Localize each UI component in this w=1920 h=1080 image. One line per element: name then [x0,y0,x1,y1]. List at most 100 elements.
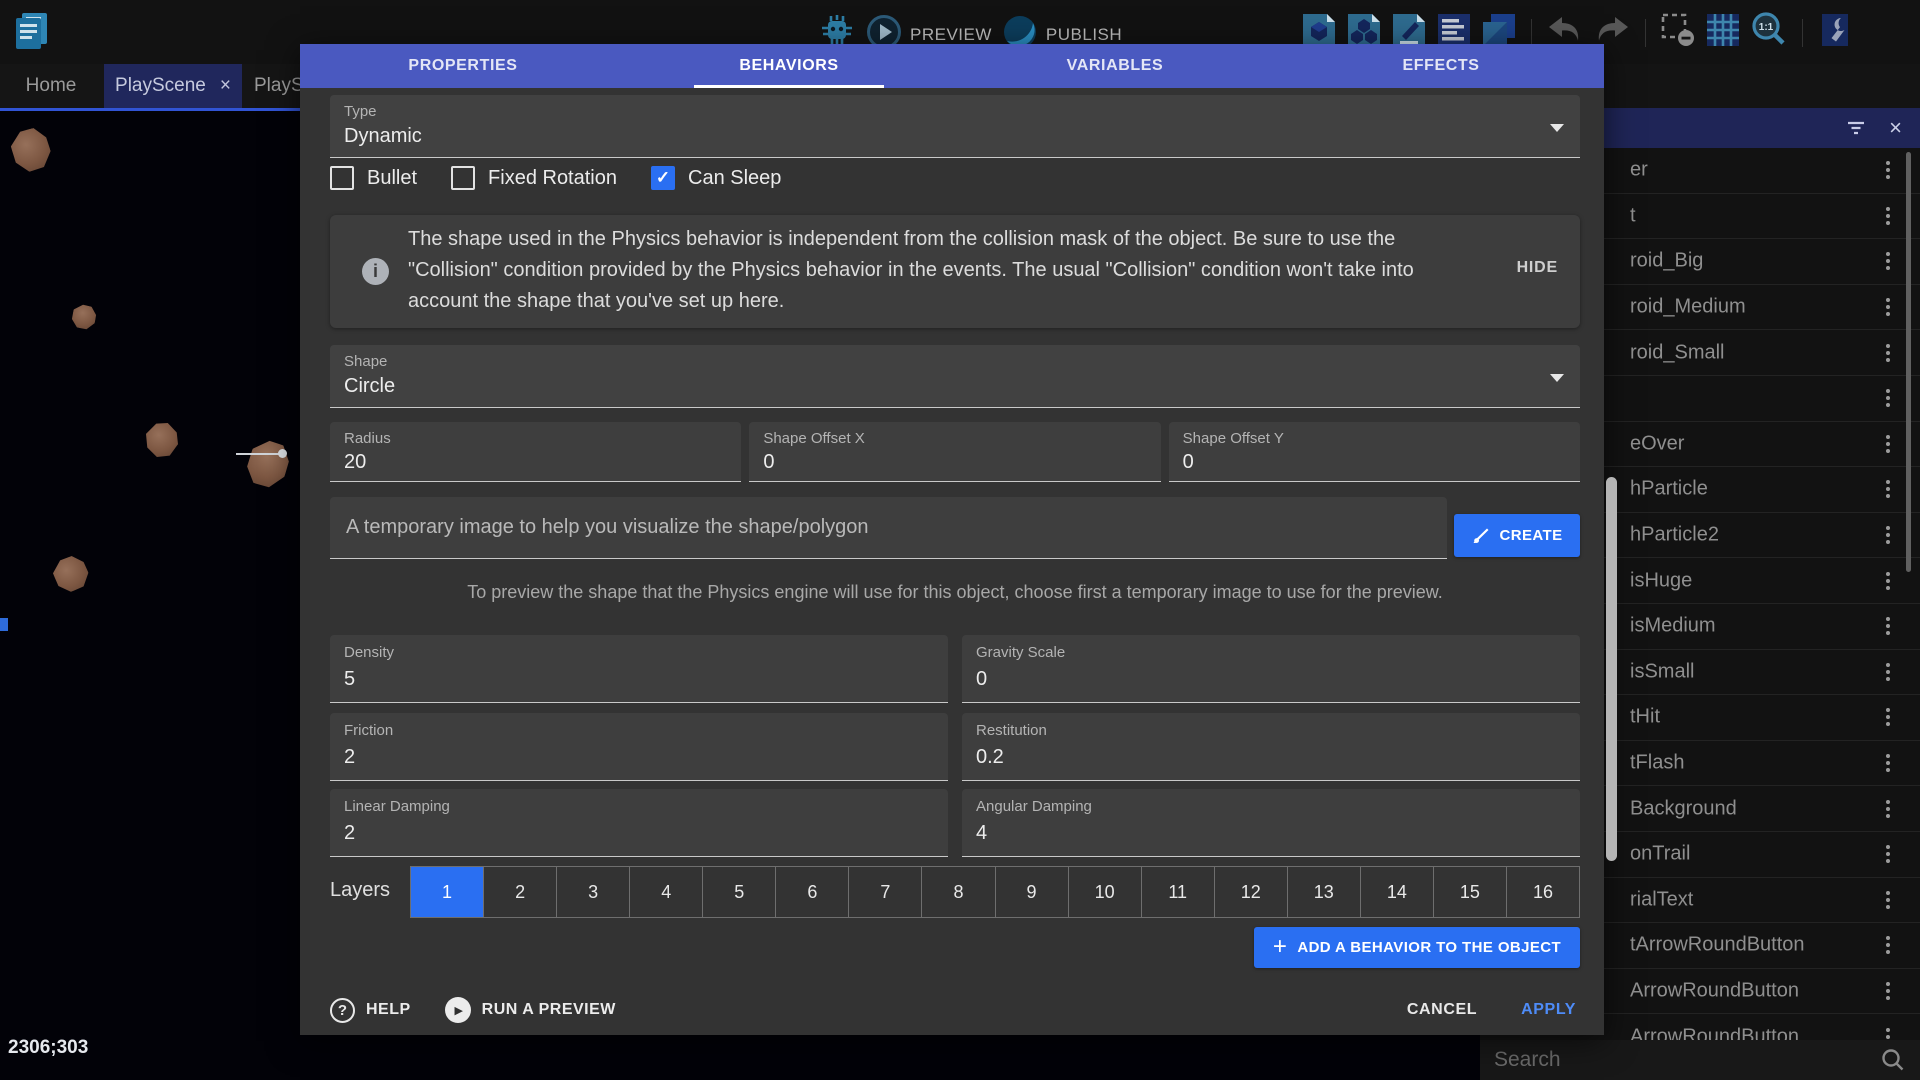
kebab-menu-icon[interactable] [1886,708,1890,712]
kebab-menu-icon[interactable] [1886,389,1890,393]
run-preview-button[interactable]: ▶ RUN A PREVIEW [445,997,616,1023]
kebab-menu-icon[interactable] [1886,480,1890,484]
layer-cell-5[interactable]: 5 [702,867,775,917]
can-sleep-checkbox[interactable]: ✓ Can Sleep [651,166,781,190]
kebab-menu-icon[interactable] [1886,891,1890,895]
kebab-menu-icon[interactable] [1886,161,1890,165]
kebab-menu-icon[interactable] [1886,572,1890,576]
layer-cell-12[interactable]: 12 [1214,867,1287,917]
kebab-menu-icon[interactable] [1886,526,1890,530]
layer-cell-13[interactable]: 13 [1287,867,1360,917]
kebab-menu-icon[interactable] [1886,754,1890,758]
shape-offset-x-field[interactable]: Shape Offset X 0 [749,422,1160,482]
kebab-menu-icon[interactable] [1886,1028,1890,1032]
layer-cell-15[interactable]: 15 [1433,867,1506,917]
object-name: isHuge [1630,569,1692,592]
measure-handle[interactable] [278,449,287,458]
asteroid-sprite[interactable] [8,126,54,175]
kebab-menu-icon[interactable] [1886,207,1890,211]
kebab-menu-icon[interactable] [1886,298,1890,302]
create-button[interactable]: CREATE [1454,514,1580,557]
object-name: hParticle2 [1630,524,1719,547]
kebab-menu-icon[interactable] [1886,845,1890,849]
project-manager-button[interactable] [10,10,52,57]
object-name: roid_Big [1630,250,1703,273]
physics-behavior-dialog: PROPERTIES BEHAVIORS VARIABLES EFFECTS T… [300,44,1604,1035]
tab-next-label: PlayS [254,75,304,97]
search-input[interactable] [1480,1048,1880,1072]
friction-field[interactable]: Friction 2 [330,713,948,781]
kebab-menu-icon[interactable] [1886,344,1890,348]
layer-cell-16[interactable]: 16 [1506,867,1579,917]
panel-close-icon[interactable]: × [1889,117,1902,139]
kebab-menu-icon[interactable] [1886,800,1890,804]
kebab-menu-icon[interactable] [1886,617,1890,621]
asteroid-sprite[interactable] [146,423,178,457]
radius-field[interactable]: Radius 20 [330,422,741,482]
cancel-button[interactable]: CANCEL [1407,1001,1477,1019]
dialog-tabbar: PROPERTIES BEHAVIORS VARIABLES EFFECTS [300,44,1604,88]
shape-select[interactable]: Shape Circle [330,345,1580,408]
help-button[interactable]: ? HELP [330,998,411,1023]
tab-playscene-label: PlayScene [115,75,206,97]
layer-cell-4[interactable]: 4 [629,867,702,917]
layer-cell-8[interactable]: 8 [921,867,994,917]
tab-home[interactable]: Home [0,64,102,108]
tab-variables[interactable]: VARIABLES [952,44,1278,88]
layer-cell-11[interactable]: 11 [1141,867,1214,917]
brush-icon [1472,526,1491,545]
density-field[interactable]: Density 5 [330,635,948,703]
kebab-menu-icon[interactable] [1886,982,1890,986]
fixed-rotation-checkbox[interactable]: Fixed Rotation [451,166,617,190]
shape-offset-y-field[interactable]: Shape Offset Y 0 [1169,422,1580,482]
kebab-menu-icon[interactable] [1886,252,1890,256]
linear-damping-field[interactable]: Linear Damping 2 [330,789,948,857]
tab-close-icon[interactable]: × [220,75,231,97]
tab-effects[interactable]: EFFECTS [1278,44,1604,88]
dialog-scrollbar[interactable] [1606,477,1617,861]
checkbox-unchecked-icon [451,166,475,190]
layer-cell-2[interactable]: 2 [483,867,556,917]
publish-label: PUBLISH [1046,25,1122,45]
type-select[interactable]: Type Dynamic [330,95,1580,158]
tab-properties[interactable]: PROPERTIES [300,44,626,88]
layer-cell-14[interactable]: 14 [1360,867,1433,917]
gravity-scale-field[interactable]: Gravity Scale 0 [962,635,1580,703]
selection-marker [0,618,8,631]
add-behavior-button[interactable]: + ADD A BEHAVIOR TO THE OBJECT [1254,927,1580,968]
asteroid-sprite[interactable] [50,553,93,596]
help-icon: ? [330,998,355,1023]
layer-cell-3[interactable]: 3 [556,867,629,917]
layer-cell-9[interactable]: 9 [995,867,1068,917]
asteroid-sprite[interactable] [69,302,99,332]
temp-image-input[interactable] [330,497,1447,558]
type-value: Dynamic [344,125,422,148]
tools-icon[interactable] [1816,11,1854,54]
object-name: tArrowRoundButton [1630,934,1805,957]
layer-cell-1[interactable]: 1 [411,867,483,917]
object-search [1480,1040,1920,1080]
grid-icon[interactable] [1704,11,1742,54]
tab-behaviors[interactable]: BEHAVIORS [626,44,952,88]
restitution-field[interactable]: Restitution 0.2 [962,713,1580,781]
toolbar-divider [1802,19,1803,47]
search-icon [1880,1047,1906,1073]
kebab-menu-icon[interactable] [1886,435,1890,439]
kebab-menu-icon[interactable] [1886,936,1890,940]
deselect-icon[interactable] [1659,11,1697,54]
panel-scrollbar[interactable] [1906,152,1911,572]
layers-row: Layers 1 2 3 4 5 6 7 8 9 10 11 12 13 14 … [330,866,1580,918]
zoom-1-1-icon[interactable]: 1:1 [1749,10,1789,55]
layer-cell-7[interactable]: 7 [848,867,921,917]
apply-button[interactable]: APPLY [1521,1001,1576,1019]
angular-damping-field[interactable]: Angular Damping 4 [962,789,1580,857]
hide-button[interactable]: HIDE [1517,259,1558,277]
layer-cell-6[interactable]: 6 [775,867,848,917]
asteroid-sprite[interactable] [241,435,295,493]
tab-playscene[interactable]: PlayScene × [104,64,242,108]
bullet-checkbox[interactable]: Bullet [330,166,417,190]
kebab-menu-icon[interactable] [1886,663,1890,667]
layer-cell-10[interactable]: 10 [1068,867,1141,917]
filter-icon[interactable] [1845,118,1867,138]
object-name: roid_Medium [1630,296,1746,319]
